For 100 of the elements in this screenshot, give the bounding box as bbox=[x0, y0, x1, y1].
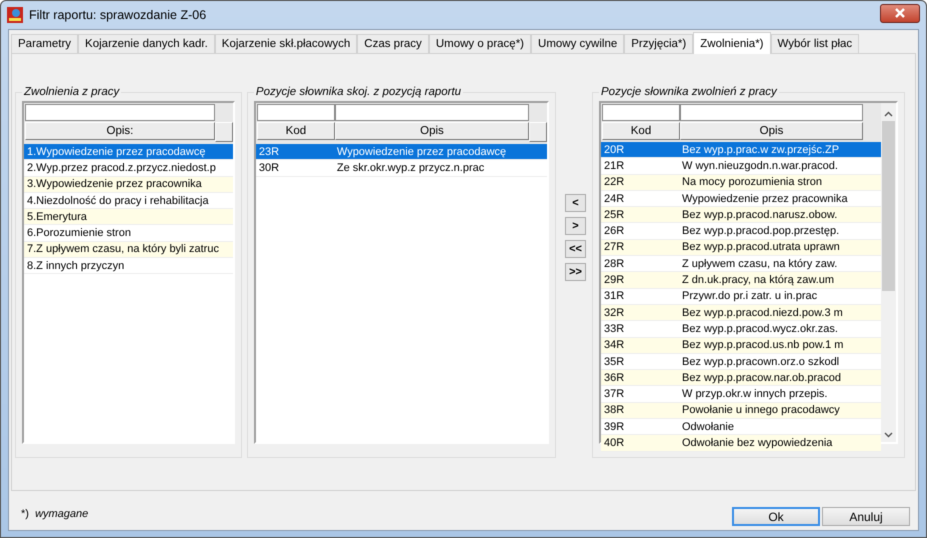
close-button[interactable] bbox=[880, 4, 920, 22]
list-row[interactable]: 1.Wypowiedzenie przez pracodawcę bbox=[24, 144, 233, 160]
table-cell-text: 1.Wypowiedzenie przez pracodawcę bbox=[27, 146, 206, 158]
table-cell-text: Bez wyp.p.prac.w zw.przejśc.ZP bbox=[682, 144, 840, 156]
tab[interactable]: Zwolnienia*) bbox=[693, 32, 771, 54]
list-row[interactable]: 30R Ze skr.okr.wyp.z przycz.n.prac bbox=[256, 160, 547, 177]
tab[interactable]: Umowy o pracę*) bbox=[428, 34, 532, 53]
tab[interactable]: Kojarzenie danych kadr. bbox=[78, 34, 215, 53]
filter-field[interactable] bbox=[680, 104, 863, 121]
close-icon bbox=[894, 8, 906, 18]
table-cell-text: 38R bbox=[604, 404, 626, 416]
move-button[interactable]: >> bbox=[565, 263, 586, 281]
table-cell-text: Bez wyp.p.pracod.wycz.okr.zas. bbox=[682, 322, 839, 335]
table-cell-text: 26R bbox=[604, 225, 626, 238]
table-cell-text: Odwołanie bbox=[682, 420, 735, 433]
column-header[interactable]: Opis bbox=[680, 122, 863, 140]
table-cell-text: W wyn.nieuzgodn.n.war.pracod. bbox=[682, 160, 839, 172]
table-cell-text: 39R bbox=[604, 420, 626, 433]
list-row[interactable]: 8.Z innych przyczyn bbox=[24, 258, 233, 274]
table-cell-text: 36R bbox=[604, 372, 626, 384]
move-button[interactable]: > bbox=[565, 217, 586, 235]
table-cell-text: 7.Z upływem czasu, na który byli zatruc bbox=[27, 243, 220, 256]
list-row[interactable]: 36R Bez wyp.p.pracow.nar.ob.pracod bbox=[601, 370, 881, 386]
scroll-thumb[interactable] bbox=[882, 121, 895, 291]
tab[interactable]: Wybór list płac bbox=[770, 34, 860, 53]
table-cell-text: Bez wyp.p.pracod.us.nb pow.1 m bbox=[682, 339, 844, 352]
column-header[interactable]: Kod bbox=[256, 122, 335, 140]
app-icon bbox=[7, 7, 23, 23]
table-cell-text: 29R bbox=[604, 274, 626, 286]
tab[interactable]: Kojarzenie skł.płacowych bbox=[214, 34, 358, 53]
table-cell-text: Powołanie u innego pracodawcy bbox=[682, 404, 841, 416]
footnote: *) wymagane bbox=[21, 508, 88, 520]
table-cell-text: 40R bbox=[604, 436, 626, 449]
table-cell-text: 2.Wyp.przez pracod.z.przycz.niedost.p bbox=[27, 162, 217, 174]
move-button[interactable]: << bbox=[565, 240, 586, 258]
filter-field[interactable] bbox=[256, 104, 335, 121]
list-row[interactable]: 22R Na mocy porozumienia stron bbox=[601, 174, 881, 191]
list-row[interactable]: 7.Z upływem czasu, na który byli zatruc bbox=[24, 242, 233, 258]
table-cell-text: Wypowiedzenie przez pracodawcę bbox=[336, 146, 508, 158]
list-row[interactable]: 40R Odwołanie bez wypowiedzenia bbox=[601, 435, 881, 452]
dialog-button[interactable]: Ok bbox=[732, 507, 820, 526]
table-cell-text: 37R bbox=[604, 388, 626, 400]
window-title: Filtr raportu: sprawozdanie Z-06 bbox=[29, 8, 208, 22]
tab[interactable]: Umowy cywilne bbox=[531, 34, 624, 53]
table-cell-text: 21R bbox=[604, 160, 626, 172]
tab[interactable]: Parametry bbox=[11, 34, 78, 53]
scroll-down-icon[interactable] bbox=[884, 432, 893, 438]
table-cell-text: Wypowiedzenie przez pracownika bbox=[682, 192, 849, 205]
move-button[interactable]: < bbox=[565, 194, 586, 212]
table-cell-text: 32R bbox=[604, 306, 626, 319]
group-title: Pozycje słownika zwolnień z pracy bbox=[600, 86, 778, 98]
table-cell-text: 33R bbox=[604, 322, 626, 335]
table-cell-text: 31R bbox=[604, 290, 626, 302]
list-row[interactable]: 32R Bez wyp.p.pracod.niezd.pow.3 m bbox=[601, 304, 881, 322]
table-cell-text: Bez wyp.p.pracod.utrata uprawn bbox=[682, 241, 841, 254]
table-cell-text: 20R bbox=[604, 144, 626, 156]
table-cell-text: Ze skr.okr.wyp.z przycz.n.prac bbox=[336, 162, 486, 174]
table-cell-text: Przywr.do pr.i zatr. u in.prac bbox=[682, 290, 818, 302]
table-cell-text: 24R bbox=[604, 192, 626, 205]
list-row[interactable]: 34R Bez wyp.p.pracod.us.nb pow.1 m bbox=[601, 338, 881, 354]
column-header[interactable]: Opis: bbox=[25, 122, 215, 140]
list-row[interactable]: 27R Bez wyp.p.pracod.utrata uprawn bbox=[601, 240, 881, 256]
group-title: Pozycje słownika skoj. z pozycją raportu bbox=[254, 86, 462, 98]
list-row[interactable]: 23R Wypowiedzenie przez pracodawcę bbox=[256, 144, 547, 160]
list-row[interactable]: 20R Bez wyp.p.prac.w zw.przejśc.ZP bbox=[601, 142, 881, 158]
table-cell-text: 3.Wypowiedzenie przez pracownika bbox=[27, 178, 203, 190]
table-cell-text: Bez wyp.p.pracod.niezd.pow.3 m bbox=[682, 306, 844, 319]
list-row[interactable]: 25R Bez wyp.p.pracod.narusz.obow. bbox=[601, 207, 881, 224]
table-cell-text: Bez wyp.p.pracow.nar.ob.pracod bbox=[682, 372, 842, 384]
table-cell-text: 25R bbox=[604, 208, 626, 221]
table-cell-text: Bez wyp.p.pracod.pop.przestęp. bbox=[682, 225, 840, 238]
tab[interactable]: Czas pracy bbox=[357, 34, 429, 53]
table-cell-text: 4.Niezdolność do pracy i rehabilitacja bbox=[27, 194, 210, 207]
filter-field[interactable] bbox=[334, 104, 529, 121]
scrollbar[interactable] bbox=[881, 103, 896, 442]
table-cell-text: 30R bbox=[258, 162, 280, 174]
filter-field[interactable] bbox=[602, 104, 680, 121]
table-cell-text: 23R bbox=[258, 146, 280, 158]
list-row[interactable]: 5.Emerytura bbox=[24, 209, 233, 226]
tab[interactable]: Przyjęcia*) bbox=[624, 34, 694, 53]
table-cell-text: 28R bbox=[604, 258, 626, 270]
table-cell-text: 6.Porozumienie stron bbox=[27, 227, 132, 240]
table-cell-text: 27R bbox=[604, 241, 626, 254]
table-cell-text: Z dn.uk.pracy, na którą zaw.um bbox=[682, 274, 836, 286]
filter-field[interactable] bbox=[25, 104, 215, 121]
table-cell-text: 8.Z innych przyczyn bbox=[27, 260, 126, 272]
table-cell-text: Bez wyp.p.pracown.orz.o szkodl bbox=[682, 356, 840, 368]
table-cell-text: 35R bbox=[604, 356, 626, 368]
scroll-up-icon[interactable] bbox=[884, 111, 893, 117]
table-cell-text: Bez wyp.p.pracod.narusz.obow. bbox=[682, 208, 838, 221]
table-cell-text: 22R bbox=[604, 176, 626, 188]
list-row[interactable]: 38R Powołanie u innego pracodawcy bbox=[601, 402, 881, 420]
table-cell-text: Odwołanie bez wypowiedzenia bbox=[682, 436, 834, 449]
column-header[interactable]: Kod bbox=[602, 122, 680, 140]
column-header[interactable]: Opis bbox=[334, 122, 529, 140]
list-row[interactable]: 29R Z dn.uk.pracy, na którą zaw.um bbox=[601, 272, 881, 289]
table-cell-text: 5.Emerytura bbox=[27, 210, 88, 223]
group-title: Zwolnienia z pracy bbox=[22, 86, 121, 98]
list-row[interactable]: 3.Wypowiedzenie przez pracownika bbox=[24, 176, 233, 193]
dialog-button[interactable]: Anuluj bbox=[822, 507, 910, 526]
